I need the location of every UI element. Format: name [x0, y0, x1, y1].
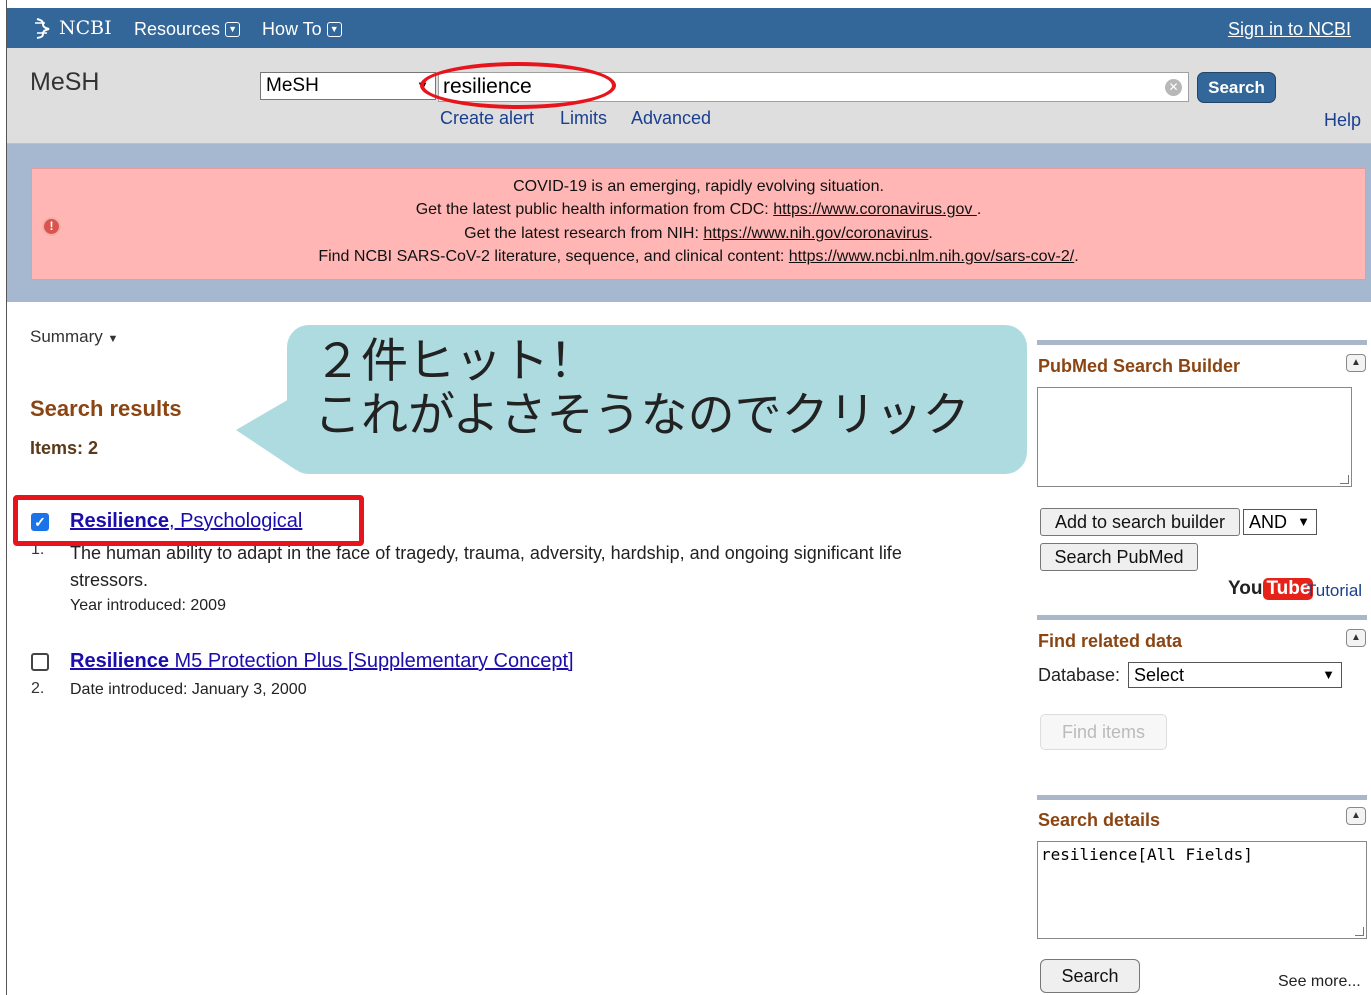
related-database-value: Select — [1134, 665, 1185, 685]
youtube-logo[interactable]: You Tube — [1228, 578, 1314, 600]
database-select-value: MeSH — [266, 75, 319, 96]
covid-alert: ! COVID-19 is an emerging, rapidly evolv… — [31, 168, 1366, 280]
summary-format-menu[interactable]: Summary ▼ — [30, 327, 118, 347]
search-pubmed-button[interactable]: Search PubMed — [1040, 543, 1198, 571]
alert-line-1: COVID-19 is an emerging, rapidly evolvin… — [32, 178, 1365, 196]
caret-down-icon: ▼ — [107, 333, 119, 345]
resize-handle-icon — [1340, 475, 1349, 484]
chevron-down-icon: ▼ — [225, 22, 241, 37]
result-1-desc-line-2: stressors. — [70, 570, 149, 590]
sign-in-link[interactable]: Sign in to NCBI — [1228, 19, 1351, 40]
sars-cov-2-link[interactable]: https://www.ncbi.nlm.nih.gov/sars-cov-2/ — [789, 248, 1074, 265]
ncbi-logo[interactable]: NCBI — [31, 17, 112, 39]
search-header: MeSH MeSH ▼ resilience ✕ Search Create a… — [7, 48, 1371, 144]
ncbi-logo-text: NCBI — [59, 17, 112, 39]
result-1-meta: Year introduced: 2009 — [70, 597, 226, 614]
alert-text-3: Get the latest research from NIH: — [464, 225, 704, 242]
results-heading: Search results — [30, 396, 182, 421]
nav-how-to-label: How To — [262, 19, 322, 39]
annotation-box — [13, 495, 364, 546]
database-title: MeSH — [30, 68, 100, 96]
annotation-oval — [420, 62, 616, 109]
add-to-builder-button[interactable]: Add to search builder — [1040, 508, 1240, 536]
details-search-button[interactable]: Search — [1040, 959, 1140, 993]
alert-text-3-end: . — [928, 225, 933, 242]
alert-text-1: COVID-19 is an emerging, rapidly evolvin… — [513, 178, 884, 195]
collapse-icon[interactable]: ▲ — [1346, 807, 1366, 825]
result-1-description: The human ability to adapt in the face o… — [70, 540, 902, 594]
tutorial-link[interactable]: Tutorial — [1306, 581, 1362, 601]
details-divider — [1037, 795, 1367, 800]
help-link[interactable]: Help — [1324, 110, 1361, 131]
nav-how-to[interactable]: How To ▼ — [262, 19, 342, 40]
alert-line-2: Get the latest public health information… — [32, 201, 1365, 219]
nav-resources-label: Resources — [134, 19, 221, 39]
related-database-select[interactable]: Select ▼ — [1128, 662, 1342, 688]
speech-bubble-text: ２件ヒット！ これがよさそうなのでクリック — [314, 335, 970, 443]
chevron-down-icon: ▼ — [1297, 514, 1310, 529]
alert-line-3: Get the latest research from NIH: https:… — [32, 225, 1365, 243]
items-count: Items: 2 — [30, 438, 99, 458]
see-more-link[interactable]: See more... — [1278, 973, 1361, 991]
result-2-checkbox[interactable] — [31, 653, 49, 671]
nih-link[interactable]: https://www.nih.gov/coronavirus — [703, 225, 928, 242]
advanced-link[interactable]: Advanced — [631, 108, 711, 129]
clear-icon[interactable]: ✕ — [1165, 79, 1182, 96]
builder-textarea[interactable] — [1037, 387, 1352, 487]
speech-bubble-line-1: ２件ヒット！ — [314, 334, 596, 389]
nav-resources[interactable]: Resources ▼ — [134, 19, 241, 40]
result-2-number: 2. — [31, 680, 45, 697]
find-items-button[interactable]: Find items — [1040, 714, 1167, 750]
builder-divider — [1037, 340, 1367, 345]
ncbi-top-bar: NCBI Resources ▼ How To ▼ Sign in to NCB… — [7, 8, 1371, 48]
cdc-link[interactable]: https://www.coronavirus.gov — [773, 201, 977, 218]
database-select[interactable]: MeSH ▼ — [260, 72, 436, 100]
alert-text-4-end: . — [1074, 248, 1079, 265]
search-button[interactable]: Search — [1197, 72, 1276, 103]
builder-heading: PubMed Search Builder — [1038, 356, 1241, 376]
youtube-you: You — [1228, 578, 1263, 599]
create-alert-link[interactable]: Create alert — [440, 108, 534, 129]
operator-value: AND — [1249, 512, 1288, 532]
collapse-icon[interactable]: ▲ — [1346, 629, 1366, 647]
resize-handle-icon — [1355, 927, 1364, 936]
ncbi-helix-icon — [35, 18, 50, 39]
alert-line-4: Find NCBI SARS-CoV-2 literature, sequenc… — [32, 248, 1365, 266]
collapse-icon[interactable]: ▲ — [1346, 354, 1366, 372]
summary-label: Summary — [30, 327, 103, 346]
details-query: resilience[All Fields] — [1041, 845, 1253, 864]
details-heading: Search details — [1038, 810, 1161, 830]
alert-text-2-end: . — [976, 201, 982, 218]
details-textarea[interactable]: resilience[All Fields] — [1037, 841, 1367, 939]
alert-text-2: Get the latest public health information… — [415, 201, 774, 218]
alert-text-4: Find NCBI SARS-CoV-2 literature, sequenc… — [318, 248, 789, 265]
chevron-down-icon: ▼ — [1322, 667, 1335, 682]
result-2-meta: Date introduced: January 3, 2000 — [70, 681, 307, 698]
related-divider — [1037, 615, 1367, 620]
related-heading: Find related data — [1038, 631, 1183, 651]
speech-bubble-line-2: これがよさそうなのでクリック — [314, 388, 970, 443]
result-2-title-bold: Resilience — [70, 650, 169, 672]
result-2-title-link[interactable]: Resilience M5 Protection Plus [Supplemen… — [70, 650, 574, 673]
chevron-down-icon: ▼ — [326, 22, 342, 37]
result-2-title-rest: M5 Protection Plus [Supplementary Concep… — [168, 650, 574, 672]
operator-select[interactable]: AND ▼ — [1243, 509, 1317, 535]
database-label: Database: — [1038, 665, 1121, 685]
limits-link[interactable]: Limits — [560, 108, 607, 129]
alert-band: ! COVID-19 is an emerging, rapidly evolv… — [7, 144, 1371, 302]
